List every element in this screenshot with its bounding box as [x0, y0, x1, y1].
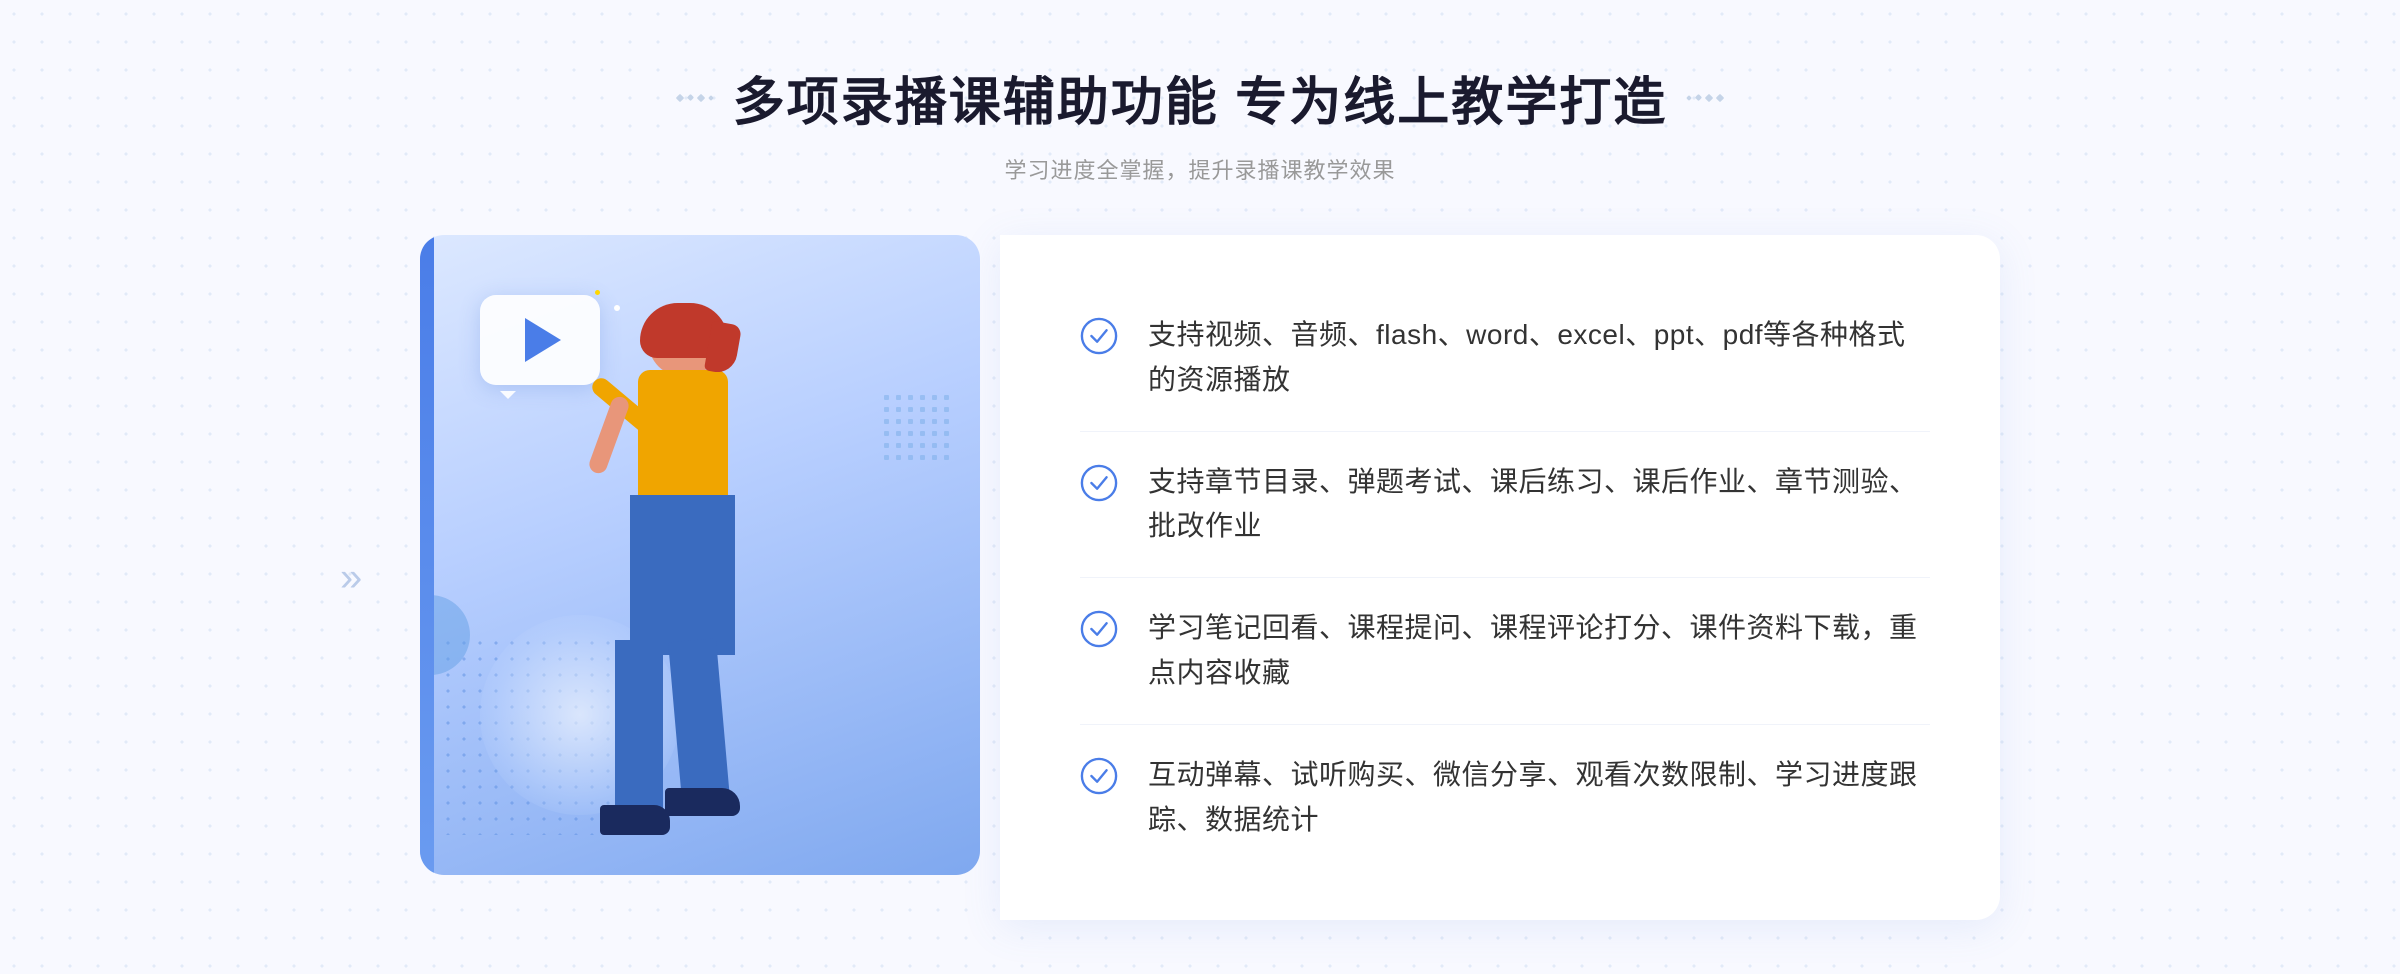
- header-section: 多项录播课辅助功能 专为线上教学打造 学习进度全掌握，提升录播课教学效果: [677, 60, 1723, 185]
- vertical-accent-bar: [420, 235, 434, 875]
- feature-text-3: 学习笔记回看、课程提问、课程评论打分、课件资料下载，重点内容收藏: [1148, 606, 1930, 696]
- person-leg-left: [615, 640, 663, 820]
- feature-item-1: 支持视频、音频、flash、word、excel、ppt、pdf等各种格式的资源…: [1080, 285, 1930, 432]
- stripes-decoration: [884, 395, 950, 485]
- person-shoe-left: [600, 805, 670, 835]
- person-body: [638, 370, 728, 510]
- illustration-wrapper: »: [400, 235, 1000, 920]
- feature-item-3: 学习笔记回看、课程提问、课程评论打分、课件资料下载，重点内容收藏: [1080, 578, 1930, 725]
- person-arm-left: [587, 394, 631, 475]
- person-leg-right: [668, 638, 730, 802]
- page-container: 多项录播课辅助功能 专为线上教学打造 学习进度全掌握，提升录播课教学效果 »: [0, 0, 2400, 974]
- features-card: 支持视频、音频、flash、word、excel、ppt、pdf等各种格式的资源…: [1000, 235, 2000, 920]
- page-subtitle: 学习进度全掌握，提升录播课教学效果: [677, 153, 1723, 185]
- left-decoration: [677, 95, 713, 101]
- check-icon-2: [1080, 464, 1118, 502]
- person-pants: [630, 495, 735, 655]
- feature-text-1: 支持视频、音频、flash、word、excel、ppt、pdf等各种格式的资源…: [1148, 313, 1930, 403]
- person-shoe-right: [665, 788, 740, 816]
- title-row: 多项录播课辅助功能 专为线上教学打造: [677, 60, 1723, 135]
- right-decoration: [1687, 95, 1723, 101]
- page-title: 多项录播课辅助功能 专为线上教学打造: [733, 60, 1667, 135]
- illustration-bg: [420, 235, 980, 875]
- feature-item-4: 互动弹幕、试听购买、微信分享、观看次数限制、学习进度跟踪、数据统计: [1080, 725, 1930, 871]
- feature-text-4: 互动弹幕、试听购买、微信分享、观看次数限制、学习进度跟踪、数据统计: [1148, 753, 1930, 843]
- feature-item-2: 支持章节目录、弹题考试、课后练习、课后作业、章节测验、批改作业: [1080, 432, 1930, 579]
- person-hair: [640, 303, 728, 358]
- chevron-left-icon: »: [340, 555, 362, 600]
- feature-text-2: 支持章节目录、弹题考试、课后练习、课后作业、章节测验、批改作业: [1148, 460, 1930, 550]
- content-section: »: [400, 235, 2000, 920]
- check-icon-1: [1080, 317, 1118, 355]
- check-icon-3: [1080, 610, 1118, 648]
- person-figure: [500, 295, 820, 875]
- check-icon-4: [1080, 757, 1118, 795]
